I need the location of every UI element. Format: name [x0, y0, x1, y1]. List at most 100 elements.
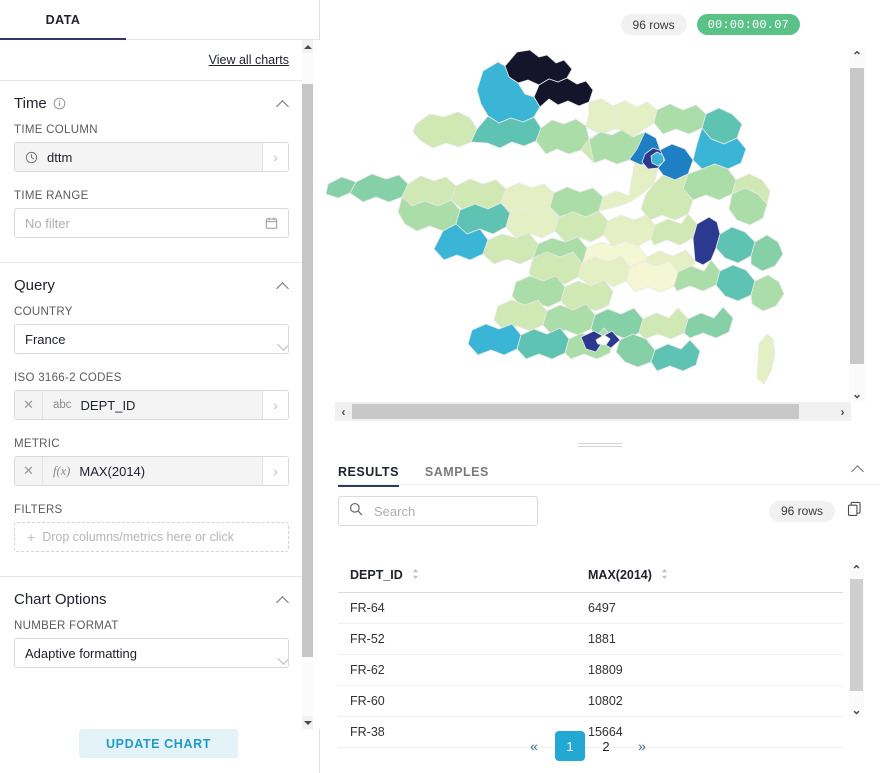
cell-max-2014: 6497 — [576, 593, 843, 624]
field-iso-codes: ISO 3166-2 CODES ✕ abc DEPT_ID › — [14, 372, 289, 420]
time-column-value: dttm — [47, 150, 72, 165]
view-all-charts-link[interactable]: View all charts — [209, 53, 289, 67]
column-header-dept-id-label: DEPT_ID — [350, 568, 403, 582]
map-scroll-left-icon[interactable]: ‹ — [335, 402, 352, 421]
field-metric: METRIC ✕ f(x) MAX(2014) › — [14, 438, 289, 486]
results-table-scrollbar[interactable]: ⌃ ⌄ — [849, 562, 864, 717]
panel-chart-options-header[interactable]: Chart Options — [14, 591, 289, 608]
metric-expand-icon[interactable]: › — [262, 457, 288, 485]
calendar-icon[interactable] — [265, 216, 278, 230]
panel-time-header[interactable]: Time — [14, 95, 289, 112]
panel-chart-options-title: Chart Options — [14, 591, 107, 608]
france-choropleth-svg[interactable] — [320, 44, 850, 402]
table-row[interactable]: FR-62 18809 — [338, 655, 843, 686]
sort-icon[interactable] — [412, 568, 419, 583]
sidebar-scroll-up-icon[interactable] — [302, 40, 313, 53]
results-toolbar: 96 rows — [320, 485, 880, 529]
copy-icon[interactable] — [847, 501, 862, 522]
panel-query-collapse-icon[interactable] — [277, 280, 289, 292]
column-header-max-2014[interactable]: MAX(2014) — [576, 562, 843, 593]
pagination-page-1[interactable]: 1 — [555, 731, 585, 761]
view-all-charts-row: View all charts — [0, 40, 303, 80]
iso-codes-close-icon[interactable]: ✕ — [15, 391, 43, 419]
map-hscroll-thumb[interactable] — [352, 404, 799, 419]
pagination-prev[interactable]: « — [519, 731, 549, 761]
results-rows-badge: 96 rows — [769, 501, 835, 522]
map-scroll-up-icon[interactable]: ⌃ — [849, 48, 865, 64]
field-filters: FILTERS + Drop columns/metrics here or c… — [14, 504, 289, 552]
number-format-value: Adaptive formatting — [25, 646, 137, 661]
map-horizontal-scrollbar[interactable]: ‹ › — [335, 402, 851, 421]
pagination-page-2[interactable]: 2 — [591, 731, 621, 761]
country-select[interactable]: France — [14, 324, 289, 354]
panel-chart-options: Chart Options NUMBER FORMAT Adaptive for… — [0, 576, 303, 692]
chart-pane: 96 rows 00:00:00.07 — [320, 0, 880, 435]
time-column-expand-icon[interactable]: › — [262, 143, 288, 171]
table-row[interactable]: FR-52 1881 — [338, 624, 843, 655]
iso-codes-type-label: abc — [53, 399, 72, 411]
results-table: DEPT_ID MAX(2014) — [338, 562, 843, 748]
panel-chart-options-collapse-icon[interactable] — [277, 594, 289, 606]
table-scroll-thumb[interactable] — [850, 579, 863, 691]
chart-rows-badge: 96 rows — [621, 14, 687, 35]
results-pane: RESULTS SAMPLES 96 rows — [320, 452, 880, 773]
sidebar-scroll-area: View all charts Time TIME — [0, 40, 320, 729]
map-vscroll-thumb[interactable] — [850, 68, 864, 364]
search-input[interactable] — [372, 503, 527, 520]
search-icon — [349, 502, 363, 521]
table-header-row: DEPT_ID MAX(2014) — [338, 562, 843, 593]
map-scroll-down-icon[interactable]: ⌄ — [849, 386, 865, 402]
tab-samples[interactable]: SAMPLES — [425, 452, 489, 487]
filters-dropzone[interactable]: + Drop columns/metrics here or click — [14, 522, 289, 552]
main-content: 96 rows 00:00:00.07 — [320, 0, 880, 773]
cell-dept-id: FR-62 — [338, 655, 576, 686]
map-scroll-right-icon[interactable]: › — [834, 402, 851, 421]
sidebar-tabbar: DATA — [0, 0, 319, 40]
info-circle-icon[interactable] — [53, 97, 66, 110]
sidebar-scroll-down-icon[interactable] — [302, 716, 313, 729]
chart-timer-badge: 00:00:00.07 — [697, 14, 800, 35]
results-search-box[interactable] — [338, 496, 538, 526]
tab-data[interactable]: DATA — [0, 0, 126, 40]
tab-results-label: RESULTS — [338, 465, 399, 479]
map-vertical-scrollbar[interactable]: ⌃ ⌄ — [849, 48, 865, 402]
table-row[interactable]: FR-60 10802 — [338, 686, 843, 717]
filters-label: FILTERS — [14, 504, 289, 516]
panel-time-title-text: Time — [14, 95, 47, 112]
metric-label: METRIC — [14, 438, 289, 450]
time-range-control[interactable]: No filter — [14, 208, 289, 238]
pagination-next[interactable]: » — [627, 731, 657, 761]
field-time-column: TIME COLUMN dttm › — [14, 124, 289, 172]
tab-results[interactable]: RESULTS — [338, 452, 399, 487]
cell-dept-id: FR-60 — [338, 686, 576, 717]
iso-codes-control[interactable]: ✕ abc DEPT_ID › — [14, 390, 289, 420]
time-column-control[interactable]: dttm › — [14, 142, 289, 172]
panel-time-collapse-icon[interactable] — [277, 98, 289, 110]
results-collapse-icon[interactable] — [852, 463, 864, 475]
sidebar-scrollbar[interactable] — [302, 40, 313, 729]
country-map-chart[interactable] — [320, 44, 850, 402]
results-tabbar: RESULTS SAMPLES — [320, 452, 880, 485]
results-table-body: FR-64 6497 FR-52 1881 FR-62 18809 FR-6 — [338, 593, 843, 748]
number-format-select[interactable]: Adaptive formatting — [14, 638, 289, 668]
tab-samples-label: SAMPLES — [425, 465, 489, 479]
iso-codes-value: DEPT_ID — [81, 398, 136, 413]
column-header-dept-id[interactable]: DEPT_ID — [338, 562, 576, 593]
table-scroll-down-icon[interactable]: ⌄ — [849, 702, 864, 717]
panel-query-header[interactable]: Query — [14, 277, 289, 294]
update-chart-button[interactable]: UPDATE CHART — [79, 729, 238, 758]
table-row[interactable]: FR-64 6497 — [338, 593, 843, 624]
number-format-label: NUMBER FORMAT — [14, 620, 289, 632]
table-scroll-up-icon[interactable]: ⌃ — [849, 562, 864, 577]
metric-type-label: f(x) — [53, 464, 70, 479]
metric-control[interactable]: ✕ f(x) MAX(2014) › — [14, 456, 289, 486]
sort-icon[interactable] — [661, 568, 668, 583]
time-column-label: TIME COLUMN — [14, 124, 289, 136]
field-number-format: NUMBER FORMAT Adaptive formatting — [14, 620, 289, 668]
pane-resize-handle[interactable] — [320, 441, 880, 449]
metric-close-icon[interactable]: ✕ — [15, 457, 43, 485]
panel-query: Query COUNTRY France ISO 3166-2 CODES — [0, 262, 303, 576]
cell-max-2014: 18809 — [576, 655, 843, 686]
iso-codes-expand-icon[interactable]: › — [262, 391, 288, 419]
sidebar-scroll-thumb[interactable] — [302, 84, 313, 657]
